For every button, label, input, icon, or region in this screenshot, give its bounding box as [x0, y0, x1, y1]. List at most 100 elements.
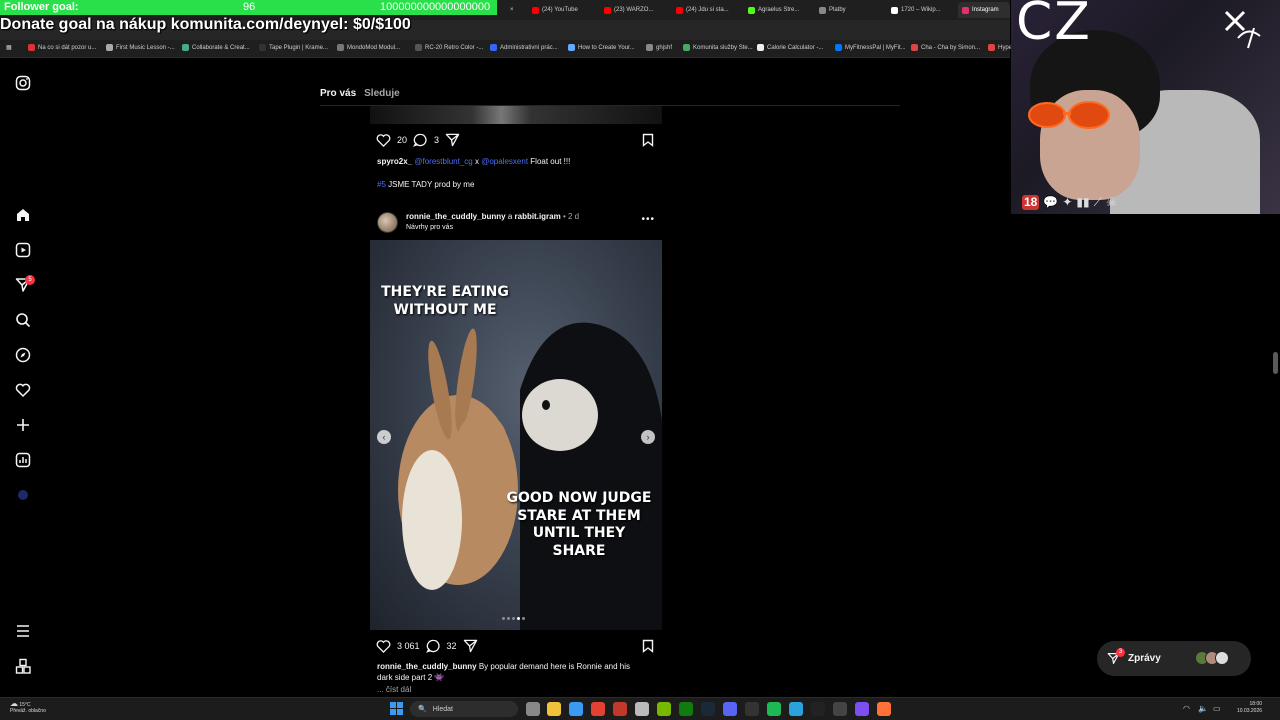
page-scrollbar[interactable]: [1273, 352, 1278, 374]
bookmark-item[interactable]: Komunita služby Ste...: [683, 44, 753, 51]
phone-link-icon[interactable]: [635, 702, 649, 716]
search-icon[interactable]: [14, 311, 32, 329]
post-time: • 2 d: [562, 212, 580, 221]
xbox-icon[interactable]: [679, 702, 693, 716]
badge-icon: ✦: [1062, 195, 1073, 209]
more-options-icon[interactable]: •••: [641, 214, 655, 225]
spotify-icon[interactable]: [767, 702, 781, 716]
apps-grid-icon[interactable]: ▦: [6, 44, 12, 51]
webcam-emote-badges: 18 💬 ✦ ▮▮ ⟋ ☠: [1022, 195, 1117, 210]
like-heart-icon[interactable]: [376, 639, 391, 653]
close-tab-icon[interactable]: ×: [506, 2, 518, 18]
heart-notifications-icon[interactable]: [14, 381, 32, 399]
avatar[interactable]: [377, 212, 398, 233]
streamer-logo-icon: [1224, 10, 1261, 49]
nvidia-icon[interactable]: [657, 702, 671, 716]
bookmark-favicon-icon: [415, 44, 422, 51]
obs-icon[interactable]: [833, 702, 847, 716]
share-send-icon[interactable]: [445, 133, 460, 147]
carousel-next-button[interactable]: ›: [641, 430, 655, 444]
save-bookmark-icon[interactable]: [641, 639, 655, 653]
post-username[interactable]: ronnie_the_cuddly_bunny: [406, 212, 506, 221]
post-coauthor[interactable]: rabbit.igram: [515, 212, 561, 221]
chat-bubble-icon: 💬: [1043, 195, 1059, 209]
comment-bubble-icon[interactable]: [425, 639, 441, 653]
firefox-icon[interactable]: [877, 702, 891, 716]
create-plus-icon[interactable]: [14, 416, 32, 434]
red-app-icon[interactable]: [613, 702, 627, 716]
purple-app-icon[interactable]: [855, 702, 869, 716]
bookmark-item[interactable]: First Music Lesson -...: [106, 44, 175, 51]
caption-mention[interactable]: @opalesxent: [481, 157, 528, 166]
battery-icon[interactable]: ▭: [1213, 704, 1221, 713]
tab-following[interactable]: Sleduje: [364, 88, 400, 99]
taskbar-search[interactable]: 🔍 Hledat: [410, 701, 518, 717]
browser-tab[interactable]: (24) YouTube: [528, 2, 598, 18]
bookmark-label: Tape Plugin | Krame...: [269, 44, 328, 51]
caption-hashtag[interactable]: #5: [377, 180, 386, 189]
skull-icon: ☠: [1106, 195, 1117, 209]
messages-avatars: [1195, 651, 1229, 665]
previous-post-image[interactable]: [370, 106, 662, 124]
caption-username[interactable]: spyro2x_: [377, 157, 412, 166]
caption-username[interactable]: ronnie_the_cuddly_bunny: [377, 662, 477, 671]
reels-icon[interactable]: [14, 241, 32, 259]
bookmark-label: MondoMod Modul...: [347, 44, 401, 51]
browser-tab[interactable]: (23) WARZO...: [600, 2, 670, 18]
wifi-icon[interactable]: ◠: [1183, 704, 1190, 713]
screen: (24) YouTube (23) WARZO... (24) Jdu si sta…: [0, 0, 1280, 720]
bookmark-item[interactable]: Tape Plugin | Krame...: [259, 44, 328, 51]
volume-icon[interactable]: 🔈: [1198, 704, 1208, 713]
bookmark-item[interactable]: MondoMod Modul...: [337, 44, 400, 51]
windows-start-icon[interactable]: [390, 702, 403, 715]
caption-mention[interactable]: @forestblunt_cg: [414, 157, 472, 166]
share-send-icon[interactable]: [463, 639, 478, 653]
discord-icon[interactable]: [723, 702, 737, 716]
tab-label: Platby: [829, 7, 846, 13]
task-view-icon[interactable]: [526, 702, 540, 716]
file-explorer-icon[interactable]: [547, 702, 561, 716]
bookmark-item[interactable]: Na co si dát pozor u...: [28, 44, 96, 51]
post-image[interactable]: THEY'RE EATING WITHOUT ME GOOD NOW JUDGE…: [370, 240, 662, 630]
bookmark-item[interactable]: Calorie Calculator -...: [757, 44, 823, 51]
browser-tab[interactable]: Instagram: [958, 2, 1010, 18]
bookmark-item[interactable]: Cha - Cha by Simon...: [911, 44, 980, 51]
dashboard-chart-icon[interactable]: [14, 451, 32, 469]
taskbar-clock[interactable]: 18:00 10.03.2026: [1237, 701, 1262, 715]
bookmark-item[interactable]: MyFitnessPal | MyFit...: [835, 44, 906, 51]
terminal-icon[interactable]: [745, 702, 759, 716]
bookmark-item[interactable]: Administrativní prác...: [490, 44, 558, 51]
browser-tab[interactable]: Platby: [815, 2, 885, 18]
menu-hamburger-icon[interactable]: [14, 622, 32, 640]
bookmark-item[interactable]: Hype: [988, 44, 1012, 51]
chrome-icon[interactable]: [591, 702, 605, 716]
tab-favicon-icon: [532, 6, 539, 14]
explore-compass-icon[interactable]: [14, 346, 32, 364]
bookmark-label: Na co si dát pozor u...: [38, 44, 97, 51]
bookmark-item[interactable]: How to Create Your...: [568, 44, 635, 51]
post-header: ronnie_the_cuddly_bunny a rabbit.igram •…: [377, 210, 663, 236]
comment-bubble-icon[interactable]: [413, 133, 428, 147]
save-bookmark-icon[interactable]: [641, 133, 655, 147]
like-heart-icon[interactable]: [376, 133, 391, 147]
bookmark-item[interactable]: Collaborate & Creat...: [182, 44, 250, 51]
messages-button[interactable]: 3 Zprávy: [1097, 641, 1251, 676]
browser-tab[interactable]: Agraelus Stre...: [744, 2, 814, 18]
home-icon[interactable]: [14, 206, 32, 224]
steam-icon[interactable]: [701, 702, 715, 716]
bookmark-item[interactable]: RC-20 Retro Color -...: [415, 44, 483, 51]
like-count: 3 061: [397, 641, 420, 651]
carousel-prev-button[interactable]: ‹: [377, 430, 391, 444]
epic-icon[interactable]: [811, 702, 825, 716]
browser-tab[interactable]: (24) Jdu si sta...: [672, 2, 742, 18]
mail-icon[interactable]: [569, 702, 583, 716]
browser-tab[interactable]: 1720 – Wikip...: [887, 2, 957, 18]
profile-avatar-icon[interactable]: [14, 486, 32, 504]
instagram-logo-icon[interactable]: [14, 74, 32, 92]
meta-apps-icon[interactable]: [14, 657, 32, 675]
bookmark-item[interactable]: ghjshf: [646, 44, 672, 51]
read-more-link[interactable]: ... číst dál: [377, 685, 411, 694]
telegram-icon[interactable]: [789, 702, 803, 716]
weather-widget[interactable]: ☁ 15°C Převáž. oblačno: [10, 700, 46, 715]
tab-for-you[interactable]: Pro vás: [320, 88, 356, 99]
